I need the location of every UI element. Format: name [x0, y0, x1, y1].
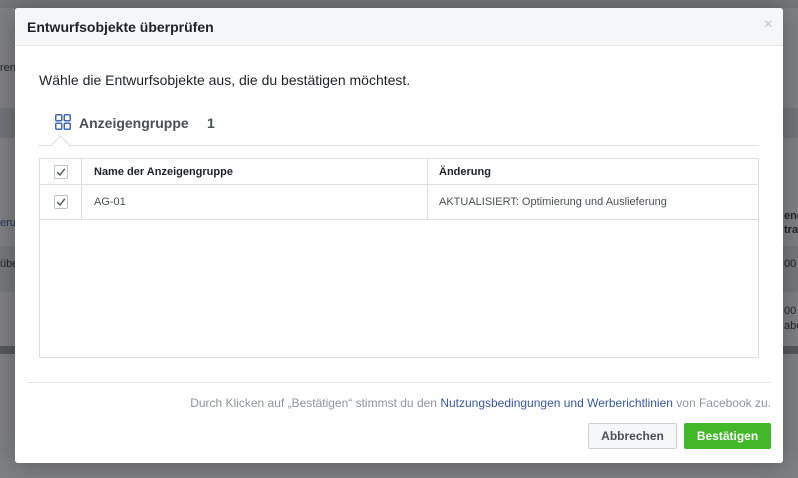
- row-checkbox[interactable]: [54, 195, 68, 209]
- checkmark-icon: [56, 198, 66, 207]
- dialog-title: Entwurfsobjekte überprüfen: [27, 19, 214, 35]
- dialog-instruction: Wähle die Entwurfsobjekte aus, die du be…: [39, 72, 411, 88]
- tab-active-caret: [51, 135, 70, 154]
- ad-set-change: AKTUALISIERT: Optimierung und Auslieferu…: [439, 196, 667, 208]
- tab-count: 1: [207, 115, 215, 131]
- row-check-cell: [40, 185, 82, 219]
- checkmark-icon: [56, 168, 66, 177]
- table-header: Name der Anzeigengruppe Änderung: [40, 159, 758, 185]
- ad-set-table: Name der Anzeigengruppe Änderung AG-01 A…: [39, 158, 759, 358]
- review-drafts-dialog: Entwurfsobjekte überprüfen × Wähle die E…: [15, 8, 783, 463]
- column-header-name[interactable]: Name der Anzeigengruppe: [94, 166, 233, 178]
- column-divider: [427, 185, 428, 219]
- confirm-button[interactable]: Bestätigen: [684, 423, 771, 449]
- terms-suffix: von Facebook zu.: [676, 396, 771, 410]
- ad-set-name: AG-01: [94, 196, 126, 208]
- select-all-cell: [40, 159, 82, 184]
- column-divider: [427, 159, 428, 184]
- terms-notice: Durch Klicken auf „Bestätigen“ stimmst d…: [190, 396, 771, 410]
- tab-label: Anzeigengruppe: [79, 115, 189, 131]
- table-row: AG-01 AKTUALISIERT: Optimierung und Ausl…: [40, 185, 758, 220]
- terms-prefix: Durch Klicken auf „Bestätigen“ stimmst d…: [190, 396, 437, 410]
- column-header-change[interactable]: Änderung: [439, 166, 491, 178]
- terms-link[interactable]: Nutzungsbedingungen und Werberichtlinien: [440, 396, 673, 410]
- dialog-header: Entwurfsobjekte überprüfen ×: [15, 8, 783, 46]
- select-all-checkbox[interactable]: [54, 165, 68, 179]
- tab-divider: [39, 145, 759, 146]
- close-icon[interactable]: ×: [764, 16, 773, 34]
- footer-divider: [27, 382, 771, 383]
- grid-icon: [55, 114, 71, 130]
- cancel-button[interactable]: Abbrechen: [588, 423, 677, 449]
